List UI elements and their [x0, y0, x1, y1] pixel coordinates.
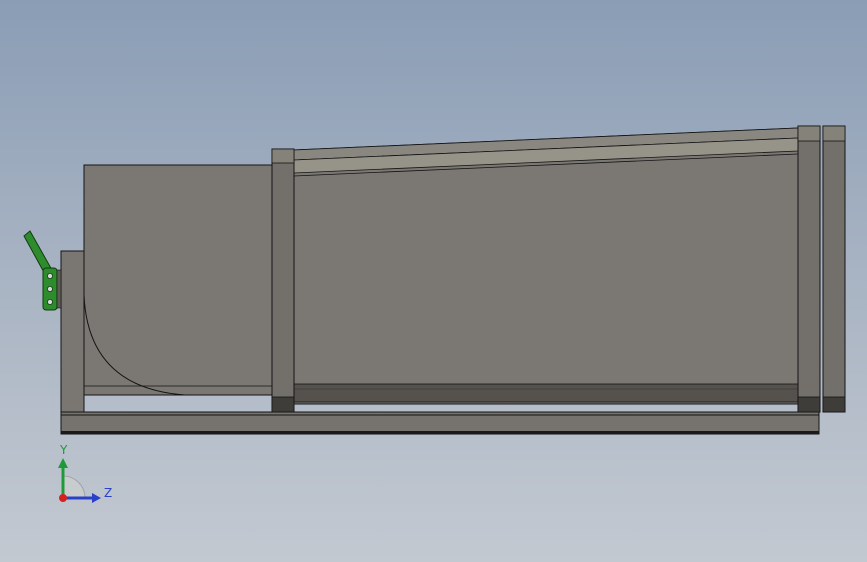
base-rail[interactable]	[60, 411, 820, 435]
view-orientation-triad-icon[interactable]	[58, 458, 101, 503]
left-support-post[interactable]	[60, 250, 85, 413]
hopper-housing[interactable]	[83, 164, 275, 396]
flange-right-inner[interactable]	[797, 125, 821, 413]
graphics-viewport[interactable]: Y Z	[0, 0, 867, 562]
flange-right-outer[interactable]	[822, 125, 846, 413]
clamp-handle-icon[interactable]	[23, 230, 62, 311]
flange-left[interactable]	[271, 148, 295, 413]
axis-z-label: Z	[104, 486, 113, 500]
model-view[interactable]	[0, 0, 867, 562]
drum-body[interactable]	[293, 127, 799, 405]
axis-y-label: Y	[60, 443, 68, 457]
